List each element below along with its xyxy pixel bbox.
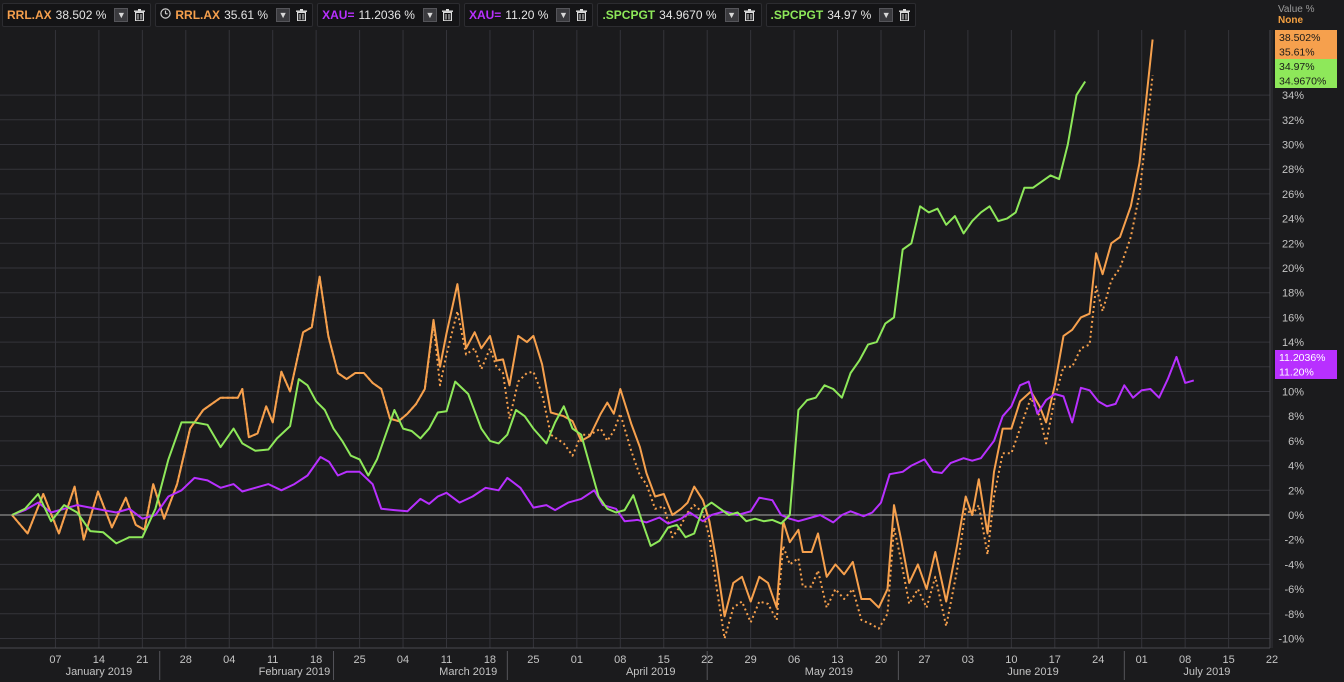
series-line-xau: [11, 355, 1195, 525]
x-axis: 07 14 21 28 04 11 18 25 04 11 18 25 01 08 15 22 29 06 13 20…: [0, 647, 1278, 680]
y-tick-label: 26%: [1282, 189, 1304, 201]
x-tick-label: 04: [223, 654, 235, 666]
month-label: January 2019: [66, 666, 133, 678]
y-tick-label: 4%: [1288, 461, 1304, 473]
y-axis: -10%-8%-6%-4%-2%0%2%4%6%8%10%12%14%16%18…: [1269, 30, 1304, 648]
y-tick-label: 6%: [1288, 436, 1304, 448]
y-tick-label: 14%: [1282, 337, 1304, 349]
x-tick-label: 11: [441, 654, 452, 666]
x-tick-label: 07: [49, 654, 61, 666]
month-label: March 2019: [439, 666, 497, 678]
x-tick-label: 15: [658, 654, 670, 666]
x-tick-label: 06: [788, 654, 800, 666]
y-tick-label: 24%: [1282, 214, 1304, 226]
x-tick-label: 21: [136, 654, 148, 666]
y-tick-label: 32%: [1282, 115, 1304, 127]
x-tick-label: 18: [310, 654, 322, 666]
series-line-rrl-ax-dotted: [11, 75, 1154, 640]
month-label: July 2019: [1183, 666, 1230, 678]
y-tick-label: 8%: [1288, 411, 1304, 423]
x-tick-label: 13: [831, 654, 843, 666]
y-tick-label: 16%: [1282, 312, 1304, 324]
y-tick-label: -4%: [1284, 559, 1304, 571]
end-label: 11.20%: [1279, 367, 1314, 379]
x-tick-label: 28: [180, 654, 192, 666]
end-label: 34.97%: [1279, 61, 1315, 73]
x-tick-label: 22: [1266, 654, 1278, 666]
y-tick-label: 18%: [1282, 288, 1304, 300]
y-tick-label: 20%: [1282, 263, 1304, 275]
x-tick-label: 01: [571, 654, 583, 666]
x-tick-label: 29: [745, 654, 757, 666]
y-tick-label: -6%: [1284, 584, 1304, 596]
x-tick-label: 01: [1136, 654, 1148, 666]
end-label: 35.61%: [1279, 47, 1315, 59]
x-tick-label: 17: [1049, 654, 1061, 666]
x-tick-label: 11: [267, 654, 278, 666]
y-tick-label: -10%: [1278, 634, 1304, 646]
x-tick-label: 18: [484, 654, 496, 666]
series-lines: [11, 39, 1195, 640]
y-tick-label: 30%: [1282, 140, 1304, 152]
x-tick-label: 10: [1005, 654, 1017, 666]
end-labels: 38.502% 35.61% 34.97% 34.9670% 11.2036% 11.20…: [1275, 30, 1337, 379]
y-tick-label: 34%: [1282, 90, 1304, 102]
month-label: May 2019: [805, 666, 853, 678]
month-label: June 2019: [1007, 666, 1058, 678]
x-tick-label: 15: [1222, 654, 1234, 666]
x-tick-label: 20: [875, 654, 887, 666]
x-tick-label: 24: [1092, 654, 1104, 666]
y-tick-label: -2%: [1284, 535, 1304, 547]
series-line-rrl-ax: [11, 39, 1154, 618]
end-label: 34.9670%: [1279, 76, 1326, 88]
x-tick-label: 14: [93, 654, 105, 666]
end-label: 38.502%: [1279, 32, 1320, 44]
x-tick-label: 08: [614, 654, 626, 666]
chart[interactable]: -10%-8%-6%-4%-2%0%2%4%6%8%10%12%14%16%18…: [0, 0, 1344, 682]
y-tick-label: 28%: [1282, 164, 1304, 176]
y-tick-label: 10%: [1282, 387, 1304, 399]
x-tick-label: 25: [353, 654, 365, 666]
x-tick-label: 27: [918, 654, 930, 666]
y-tick-label: -8%: [1284, 609, 1304, 621]
x-tick-label: 25: [527, 654, 539, 666]
y-tick-label: 0%: [1288, 510, 1304, 522]
y-tick-label: 22%: [1282, 238, 1304, 250]
x-tick-label: 08: [1179, 654, 1191, 666]
month-label: February 2019: [259, 666, 331, 678]
month-label: April 2019: [626, 666, 676, 678]
end-label: 11.2036%: [1279, 352, 1326, 364]
x-tick-label: 04: [397, 654, 409, 666]
x-tick-label: 03: [962, 654, 974, 666]
y-tick-label: 2%: [1288, 485, 1304, 497]
grid-lines: [0, 30, 1273, 648]
